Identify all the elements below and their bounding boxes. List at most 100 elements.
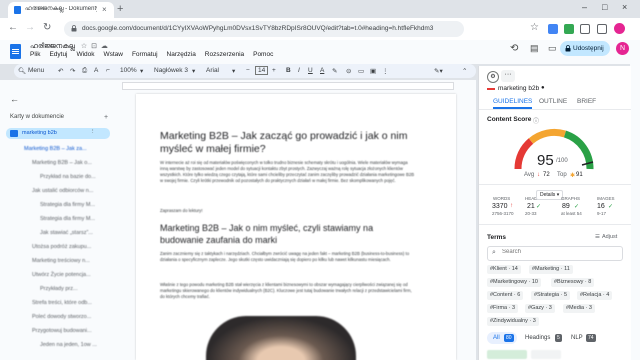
- forward-icon[interactable]: →: [25, 22, 35, 33]
- reload-icon[interactable]: ↻: [43, 22, 51, 33]
- back-icon[interactable]: ←: [8, 22, 18, 33]
- new-tab-icon[interactable]: +: [117, 3, 123, 15]
- search-menus-icon[interactable]: 🔍︎: [18, 67, 26, 75]
- tab-brief[interactable]: BRIEF: [577, 98, 596, 105]
- adjust-icon[interactable]: ☰: [595, 234, 600, 240]
- terms-search-input[interactable]: ⌕: [487, 246, 623, 261]
- term-chip[interactable]: #Content · 6: [487, 291, 524, 300]
- profile-avatar-icon[interactable]: [614, 23, 625, 34]
- menu-file[interactable]: Plik: [30, 51, 40, 58]
- document-title-text[interactable]: ഹരിജ്ജനകല്ല: [30, 43, 75, 50]
- omnibox[interactable]: docs.google.com/document/d/1CYyIXVAoWPyh…: [64, 21, 464, 37]
- editing-mode-icon[interactable]: ✎▾: [434, 67, 443, 75]
- document-title[interactable]: ഹരിജ്ജനകല്ല ☆ ⊡ ☁: [30, 42, 108, 51]
- share-button[interactable]: Udostępnij: [560, 41, 610, 56]
- details-tooltip[interactable]: Details ▾: [536, 190, 564, 200]
- document-page[interactable]: Marketing B2B – Jak zacząć go prowadzić …: [136, 94, 456, 360]
- back-arrow-icon[interactable]: ←: [10, 94, 19, 104]
- doc-image[interactable]: [206, 316, 356, 360]
- term-chip[interactable]: #Klient · 14: [487, 265, 521, 274]
- term-chip[interactable]: #Firma · 3: [487, 304, 519, 313]
- redo-icon[interactable]: ↷: [70, 67, 75, 75]
- paint-format-icon[interactable]: ⌐: [106, 67, 110, 74]
- user-avatar[interactable]: N: [616, 42, 629, 55]
- filter-tab-all[interactable]: All 80: [487, 332, 517, 344]
- highlight-icon[interactable]: ✎: [332, 67, 337, 75]
- doc-paragraph[interactable]: Właśnie z tego powodu marketing B2B stał…: [160, 282, 415, 300]
- zoom-select[interactable]: 100%: [120, 67, 137, 74]
- outline-item[interactable]: Marketing treściowy n...: [32, 258, 90, 264]
- text-color-icon[interactable]: A: [320, 67, 324, 74]
- spellcheck-icon[interactable]: A: [94, 67, 98, 74]
- outline-item[interactable]: Utożsa podróż zakupu...: [32, 244, 91, 250]
- search-menus-label[interactable]: Menu: [28, 67, 44, 74]
- menu-view[interactable]: Widok: [76, 51, 94, 58]
- close-window-icon[interactable]: ×: [622, 2, 627, 12]
- outline-item[interactable]: Przygotowuj budowani...: [32, 328, 92, 334]
- term-chip[interactable]: #Biznesowy · 8: [551, 278, 595, 287]
- browser-tab[interactable]: ഹരിജ്ജനകല്ല - Dokumenty G... ×: [8, 2, 114, 18]
- outline-item[interactable]: Przykłady prz...: [40, 286, 78, 292]
- extension-icon[interactable]: [548, 24, 558, 34]
- comments-icon[interactable]: ▤: [530, 43, 539, 54]
- site-info-icon[interactable]: [71, 25, 77, 32]
- collapse-toolbar-icon[interactable]: ⌃: [462, 67, 467, 75]
- style-select[interactable]: Nagłówek 3: [154, 67, 188, 74]
- italic-icon[interactable]: I: [298, 67, 300, 74]
- menu-format[interactable]: Formatuj: [132, 51, 158, 58]
- image-icon[interactable]: ▣: [370, 67, 376, 75]
- outline-item[interactable]: Strategia dla firmy M...: [40, 202, 95, 208]
- print-icon[interactable]: ⎙: [82, 67, 87, 75]
- tab-outline[interactable]: OUTLINE: [539, 98, 567, 105]
- menu-help[interactable]: Pomoc: [253, 51, 273, 58]
- term-chip[interactable]: #Strategia · 5: [531, 291, 571, 300]
- link-icon[interactable]: ⊝: [346, 67, 351, 75]
- minimize-icon[interactable]: –: [582, 2, 587, 12]
- filter-tab-nlp[interactable]: NLP: [571, 335, 583, 341]
- increase-font-icon[interactable]: +: [272, 67, 276, 74]
- term-chip[interactable]: #Marketingowy · 10: [487, 278, 541, 287]
- star-icon[interactable]: ☆: [81, 43, 87, 50]
- outline-item[interactable]: Jeden na jeden, 1ow ...: [40, 342, 97, 348]
- decrease-font-icon[interactable]: −: [246, 67, 250, 74]
- ruler[interactable]: [122, 82, 454, 90]
- add-tab-icon[interactable]: +: [104, 114, 108, 121]
- more-options-icon[interactable]: ⋮: [382, 67, 389, 75]
- bookmark-star-icon[interactable]: ☆: [530, 22, 539, 33]
- meet-icon[interactable]: ▭: [548, 43, 557, 54]
- menu-extensions[interactable]: Rozszerzenia: [205, 51, 244, 58]
- filter-tab-headings[interactable]: Headings: [525, 335, 550, 341]
- tab-guidelines[interactable]: GUIDELINES: [493, 98, 533, 109]
- doc-paragraph[interactable]: Zanim zaczniemy się z taktykach i narzęd…: [160, 251, 415, 263]
- docs-logo-icon[interactable]: [10, 44, 21, 59]
- outline-item[interactable]: Marketing B2B – Jak o...: [32, 160, 92, 166]
- doc-heading-2[interactable]: Marketing B2B – Jak o nim myśleć, czyli …: [160, 222, 410, 246]
- doc-paragraph[interactable]: Zapraszam do lektury!: [160, 208, 415, 214]
- term-chip[interactable]: #Marketing · 11: [529, 265, 573, 274]
- outline-item[interactable]: Marketing B2B – Jak za...: [24, 146, 87, 152]
- bold-icon[interactable]: B: [286, 67, 291, 74]
- outline-item[interactable]: Przykład na bazie do...: [40, 174, 96, 180]
- term-chip[interactable]: #Media · 3: [563, 304, 595, 313]
- info-icon[interactable]: ●: [541, 85, 545, 91]
- side-panel-icon[interactable]: [597, 24, 607, 34]
- move-folder-icon[interactable]: ⊡: [91, 43, 97, 50]
- term-chip[interactable]: [487, 350, 527, 359]
- tab-options-icon[interactable]: ⋮: [90, 129, 96, 135]
- font-select[interactable]: Arial: [206, 67, 219, 74]
- term-chip[interactable]: #Zindywidualny · 3: [487, 317, 539, 326]
- extension-icon[interactable]: [564, 24, 574, 34]
- more-icon[interactable]: ···: [501, 70, 515, 82]
- outline-item[interactable]: Poleć dowody stworzo...: [32, 314, 91, 320]
- underline-icon[interactable]: U: [308, 67, 313, 74]
- outline-item[interactable]: Jak stawiać „starsz”...: [40, 230, 93, 236]
- font-size-input[interactable]: 14: [255, 66, 269, 75]
- settings-icon[interactable]: ⚙: [487, 71, 499, 83]
- tab-marketing-b2b[interactable]: marketing b2b ⋮: [6, 128, 110, 139]
- extensions-puzzle-icon[interactable]: [580, 24, 590, 34]
- close-tab-icon[interactable]: ×: [102, 5, 107, 14]
- outline-item[interactable]: Strategia dla firmy M...: [40, 216, 95, 222]
- term-chip[interactable]: [531, 350, 561, 359]
- undo-icon[interactable]: ↶: [58, 67, 63, 75]
- comment-icon[interactable]: ▭: [358, 67, 364, 75]
